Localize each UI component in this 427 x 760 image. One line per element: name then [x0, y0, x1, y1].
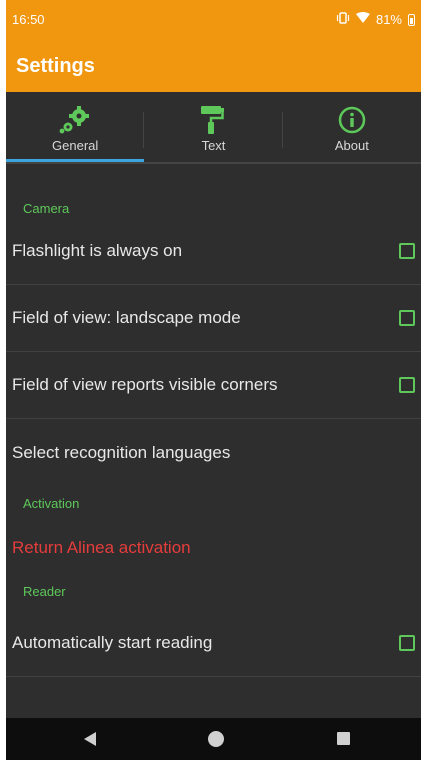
tab-general[interactable]: General: [6, 92, 145, 164]
setting-flashlight-always-on[interactable]: Flashlight is always on: [6, 218, 421, 285]
section-header-activation: Activation: [23, 496, 80, 511]
setting-label: Automatically start reading: [12, 633, 213, 652]
status-bar: 16:50 81%: [6, 0, 421, 40]
app-bar: Settings: [6, 40, 421, 92]
status-icons: 81%: [336, 12, 415, 27]
landscape-checkbox[interactable]: [399, 310, 415, 326]
return-activation-button[interactable]: Return Alinea activation: [6, 522, 421, 574]
recents-icon[interactable]: [337, 732, 350, 745]
tab-general-label: General: [52, 138, 99, 153]
wifi-icon: [355, 12, 370, 27]
app-frame: 16:50 81% Settings General Text About Ca…: [6, 0, 421, 760]
setting-label: Flashlight is always on: [12, 241, 183, 260]
gears-icon: [58, 106, 92, 134]
home-icon[interactable]: [208, 731, 224, 747]
tab-about[interactable]: About: [283, 92, 421, 164]
tab-text[interactable]: Text: [144, 92, 283, 164]
tab-about-label: About: [334, 138, 369, 153]
battery-icon: [408, 13, 415, 26]
setting-field-of-view-landscape[interactable]: Field of view: landscape mode: [6, 285, 421, 352]
flashlight-checkbox[interactable]: [399, 243, 415, 259]
setting-auto-start-reading[interactable]: Automatically start reading: [6, 610, 421, 677]
setting-label: Select recognition languages: [12, 442, 231, 462]
paint-roller-icon: [200, 106, 226, 134]
status-time: 16:50: [12, 12, 45, 27]
setting-field-of-view-corners[interactable]: Field of view reports visible corners: [6, 352, 421, 419]
section-header-camera: Camera: [23, 201, 70, 216]
auto-reading-checkbox[interactable]: [399, 635, 415, 651]
setting-label: Field of view reports visible corners: [12, 375, 278, 394]
navigation-bar: [6, 718, 421, 760]
back-icon[interactable]: [84, 732, 96, 746]
vibrate-icon: [336, 12, 350, 27]
info-icon: [338, 106, 366, 134]
setting-label: Return Alinea activation: [12, 538, 191, 557]
setting-recognition-languages[interactable]: Select recognition languages: [6, 419, 421, 486]
tab-bar: General Text About: [6, 92, 421, 164]
page-title: Settings: [16, 55, 95, 77]
tab-text-label: Text: [201, 138, 226, 153]
section-header-reader: Reader: [23, 584, 66, 599]
settings-list: Camera Flashlight is always on Field of …: [6, 164, 421, 677]
setting-label: Field of view: landscape mode: [12, 308, 241, 327]
corners-checkbox[interactable]: [399, 377, 415, 393]
battery-percent: 81%: [375, 12, 402, 27]
